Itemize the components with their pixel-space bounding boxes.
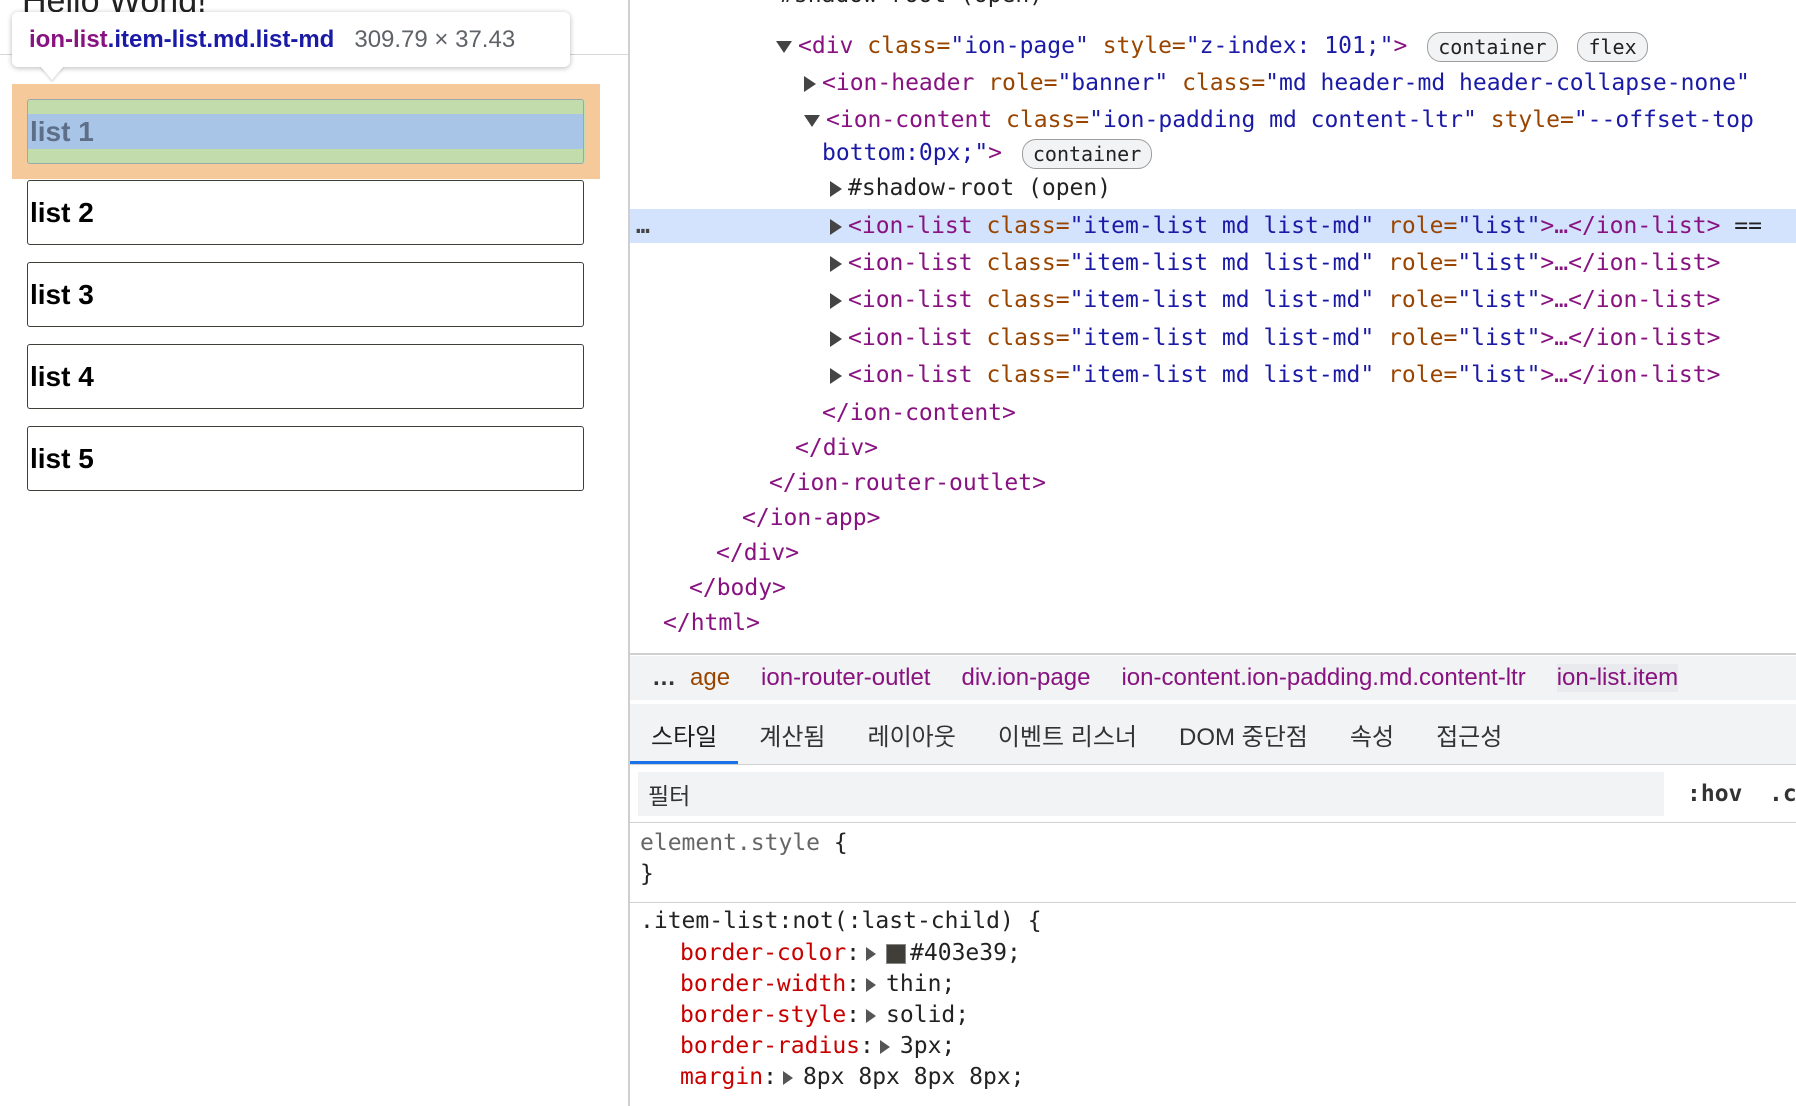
dom-node-ion-header[interactable]: <ion-header role="banner" class="md head… xyxy=(630,66,1796,100)
expand-triangle-icon[interactable] xyxy=(830,180,842,197)
list-item[interactable]: list 5 xyxy=(27,426,584,491)
dom-close-div[interactable]: </div> xyxy=(630,536,1796,570)
list-item[interactable]: list 1 xyxy=(27,99,584,164)
list-item-label: list 5 xyxy=(30,442,94,474)
dom-close-div[interactable]: </div> xyxy=(630,431,1796,465)
collapse-triangle-icon[interactable] xyxy=(804,114,820,127)
tooltip-dimensions: 309.79 × 37.43 xyxy=(354,25,516,53)
dom-close-html[interactable]: </html> xyxy=(630,606,1796,640)
tab-event-listeners[interactable]: 이벤트 리스너 xyxy=(977,704,1158,764)
dom-node-ion-page[interactable]: <div class="ion-page" style="z-index: 10… xyxy=(630,29,1796,63)
expand-triangle-icon[interactable] xyxy=(879,1039,890,1054)
breadcrumb-item[interactable]: ion-router-outlet xyxy=(761,664,930,692)
list-item-label: list 4 xyxy=(30,360,94,392)
expand-triangle-icon[interactable] xyxy=(866,946,877,961)
dom-close-router-outlet[interactable]: </ion-router-outlet> xyxy=(630,466,1796,500)
tab-computed[interactable]: 계산됨 xyxy=(738,704,846,764)
expand-triangle-icon[interactable] xyxy=(782,1070,793,1085)
list-item[interactable]: list 3 xyxy=(27,262,584,327)
filter-divider xyxy=(630,822,1796,823)
expand-triangle-icon[interactable] xyxy=(830,255,842,272)
tab-styles[interactable]: 스타일 xyxy=(630,704,739,764)
css-declaration[interactable]: border-radius: 3px; xyxy=(680,1031,955,1062)
breadcrumb-overflow[interactable]: … xyxy=(652,664,676,692)
list-item[interactable]: list 4 xyxy=(27,344,584,409)
dom-node-shadow-root[interactable]: #shadow-root (open) xyxy=(630,0,1796,12)
expand-triangle-icon[interactable] xyxy=(830,218,842,235)
breadcrumb-item[interactable]: ion-content.ion-padding.md.content-ltr xyxy=(1121,664,1525,692)
css-declaration[interactable]: margin: 8px 8px 8px 8px; xyxy=(680,1062,1025,1093)
color-swatch-icon[interactable] xyxy=(886,943,907,964)
tab-dom-breakpoints[interactable]: DOM 중단점 xyxy=(1158,704,1329,764)
dom-node-ion-list[interactable]: <ion-list class="item-list md list-md" r… xyxy=(630,246,1796,280)
tooltip-arrow xyxy=(40,66,64,80)
class-toggle[interactable]: .c xyxy=(1769,772,1796,816)
css-declaration[interactable]: border-style: solid; xyxy=(680,1000,969,1031)
dom-node-shadow-root[interactable]: #shadow-root (open) xyxy=(630,171,1796,205)
styles-filter-input[interactable]: 필터 xyxy=(638,772,1664,816)
breadcrumb-item-selected[interactable]: ion-list.item xyxy=(1556,664,1679,692)
devtools-panel: #shadow-root (open) <div class="ion-page… xyxy=(628,0,1796,1106)
tab-accessibility[interactable]: 접근성 xyxy=(1415,704,1523,764)
panel-divider xyxy=(630,653,1796,655)
list-item-label: list 3 xyxy=(30,278,94,310)
dom-node-ion-list-selected[interactable]: … <ion-list class="item-list md list-md"… xyxy=(630,209,1796,243)
more-options-icon[interactable]: … xyxy=(636,209,650,243)
container-badge[interactable]: container xyxy=(1427,31,1558,62)
list-item-label: list 1 xyxy=(30,115,94,147)
breadcrumb-item[interactable]: age xyxy=(690,664,730,692)
elements-tree: #shadow-root (open) <div class="ion-page… xyxy=(630,0,1796,654)
flex-badge[interactable]: flex xyxy=(1577,31,1648,62)
breadcrumb: … age ion-router-outlet div.ion-page ion… xyxy=(630,656,1796,700)
rule-divider xyxy=(630,902,1796,903)
collapse-triangle-icon[interactable] xyxy=(776,40,792,53)
dom-close-ion-content[interactable]: </ion-content> xyxy=(630,396,1796,430)
sidebar-tabs: 스타일 계산됨 레이아웃 이벤트 리스너 DOM 중단점 속성 접근성 xyxy=(630,704,1796,765)
app-preview: Hello World! ion-list .item-list.md.list-… xyxy=(0,0,628,1106)
dom-node-ion-content[interactable]: <ion-content class="ion-padding md conte… xyxy=(630,103,1796,137)
expand-triangle-icon[interactable] xyxy=(866,1008,877,1023)
dom-close-ion-app[interactable]: </ion-app> xyxy=(630,501,1796,535)
tooltip-tag: ion-list xyxy=(29,25,108,53)
hover-state-toggle[interactable]: :hov xyxy=(1687,772,1742,816)
breadcrumb-item[interactable]: div.ion-page xyxy=(961,664,1090,692)
tooltip-classes: .item-list.md.list-md xyxy=(107,25,335,53)
list-item[interactable]: list 2 xyxy=(27,180,584,245)
dom-node-ion-list[interactable]: <ion-list class="item-list md list-md" r… xyxy=(630,283,1796,317)
dom-node-ion-list[interactable]: <ion-list class="item-list md list-md" r… xyxy=(630,358,1796,392)
rule-selector[interactable]: .item-list:not(:last-child) { xyxy=(640,906,1042,937)
dom-close-body[interactable]: </body> xyxy=(630,571,1796,605)
list-item-label: list 2 xyxy=(30,196,94,228)
element-style-close: } xyxy=(640,861,654,887)
expand-triangle-icon[interactable] xyxy=(830,367,842,384)
expand-triangle-icon[interactable] xyxy=(830,292,842,309)
tab-properties[interactable]: 속성 xyxy=(1329,704,1415,764)
tab-layout[interactable]: 레이아웃 xyxy=(847,704,977,764)
expand-triangle-icon[interactable] xyxy=(804,75,816,92)
element-style-rule[interactable]: element.style { xyxy=(640,828,848,859)
expand-triangle-icon[interactable] xyxy=(866,977,877,992)
dom-node-ion-list[interactable]: <ion-list class="item-list md list-md" r… xyxy=(630,321,1796,355)
container-badge[interactable]: container xyxy=(1021,138,1153,169)
css-declaration[interactable]: border-width: thin; xyxy=(680,969,955,1000)
inspect-tooltip: ion-list .item-list.md.list-md 309.79 × 3… xyxy=(12,12,570,67)
expand-triangle-icon[interactable] xyxy=(830,330,842,347)
css-declaration[interactable]: border-color: #403e39; xyxy=(680,938,1021,969)
dom-node-ion-content-cont: bottom:0px;"> container xyxy=(630,136,1796,170)
